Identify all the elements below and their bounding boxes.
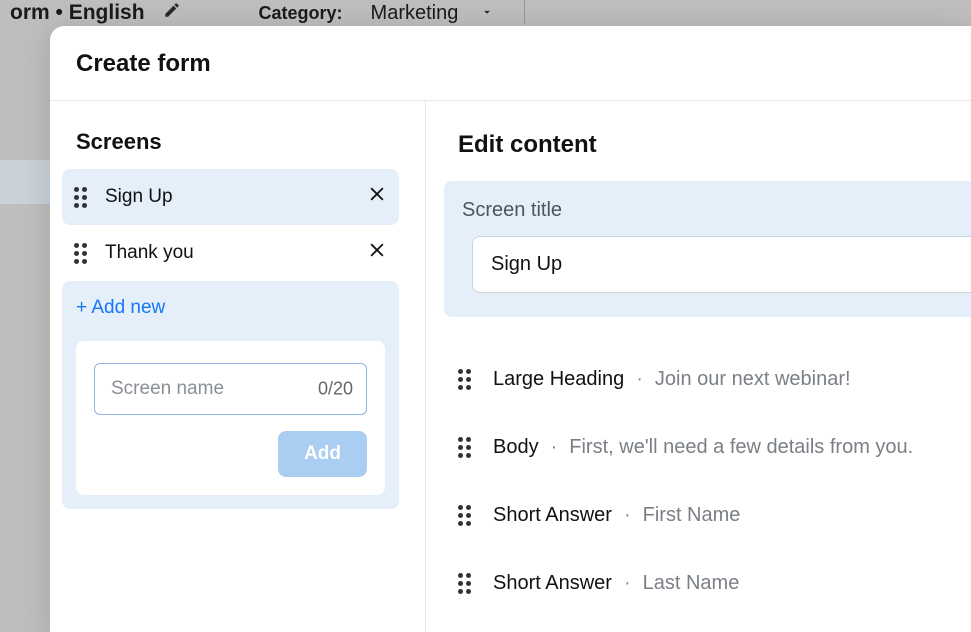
new-screen-card: 0/20 Add (76, 341, 385, 495)
close-icon[interactable] (367, 240, 387, 266)
screen-title-label: Screen title (462, 199, 957, 222)
dot-separator: · (624, 504, 631, 527)
component-value: First, we'll need a few details from you… (569, 436, 913, 459)
component-type: Body (493, 436, 539, 459)
drag-handle-icon[interactable] (458, 505, 471, 526)
create-form-modal: Create form Screens Sign Up Thank you (50, 26, 971, 632)
screen-item-thankyou[interactable]: Thank you (62, 225, 399, 281)
screen-item-label: Thank you (105, 242, 367, 264)
modal-header: Create form (50, 26, 971, 101)
dot-separator: · (551, 436, 558, 459)
drag-handle-icon[interactable] (74, 243, 87, 264)
component-type: Large Heading (493, 368, 624, 391)
add-button[interactable]: Add (278, 431, 367, 477)
edit-content-heading: Edit content (458, 131, 971, 159)
modal-title: Create form (76, 50, 945, 78)
add-new-link[interactable]: + Add new (76, 297, 385, 319)
component-value: Join our next webinar! (655, 368, 851, 391)
dot-separator: · (624, 572, 631, 595)
screen-title-input[interactable] (472, 236, 971, 293)
screen-item-label: Sign Up (105, 186, 367, 208)
component-row-large-heading[interactable]: Large Heading · Join our next webinar! (458, 345, 971, 413)
drag-handle-icon[interactable] (74, 187, 87, 208)
dot-separator: · (636, 368, 643, 391)
component-type: Short Answer (493, 572, 612, 595)
component-type: Short Answer (493, 504, 612, 527)
screen-item-signup[interactable]: Sign Up (62, 169, 399, 225)
background-sidebar-highlight (0, 160, 50, 204)
component-row-body[interactable]: Body · First, we'll need a few details f… (458, 413, 971, 481)
component-value: First Name (643, 504, 741, 527)
component-row-short-answer-1[interactable]: Short Answer · First Name (458, 481, 971, 549)
drag-handle-icon[interactable] (458, 437, 471, 458)
screens-heading: Screens (76, 129, 399, 155)
drag-handle-icon[interactable] (458, 369, 471, 390)
content-components-list: Large Heading · Join our next webinar! B… (458, 345, 971, 617)
close-icon[interactable] (367, 184, 387, 210)
add-screen-panel: + Add new 0/20 Add (62, 281, 399, 509)
component-row-short-answer-2[interactable]: Short Answer · Last Name (458, 549, 971, 617)
char-count: 0/20 (318, 379, 353, 400)
component-value: Last Name (643, 572, 740, 595)
drag-handle-icon[interactable] (458, 573, 471, 594)
edit-content-pane: Edit content Screen title Large Heading … (426, 101, 971, 632)
screen-title-section: Screen title (444, 181, 971, 317)
screens-pane: Screens Sign Up Thank you (50, 101, 426, 632)
